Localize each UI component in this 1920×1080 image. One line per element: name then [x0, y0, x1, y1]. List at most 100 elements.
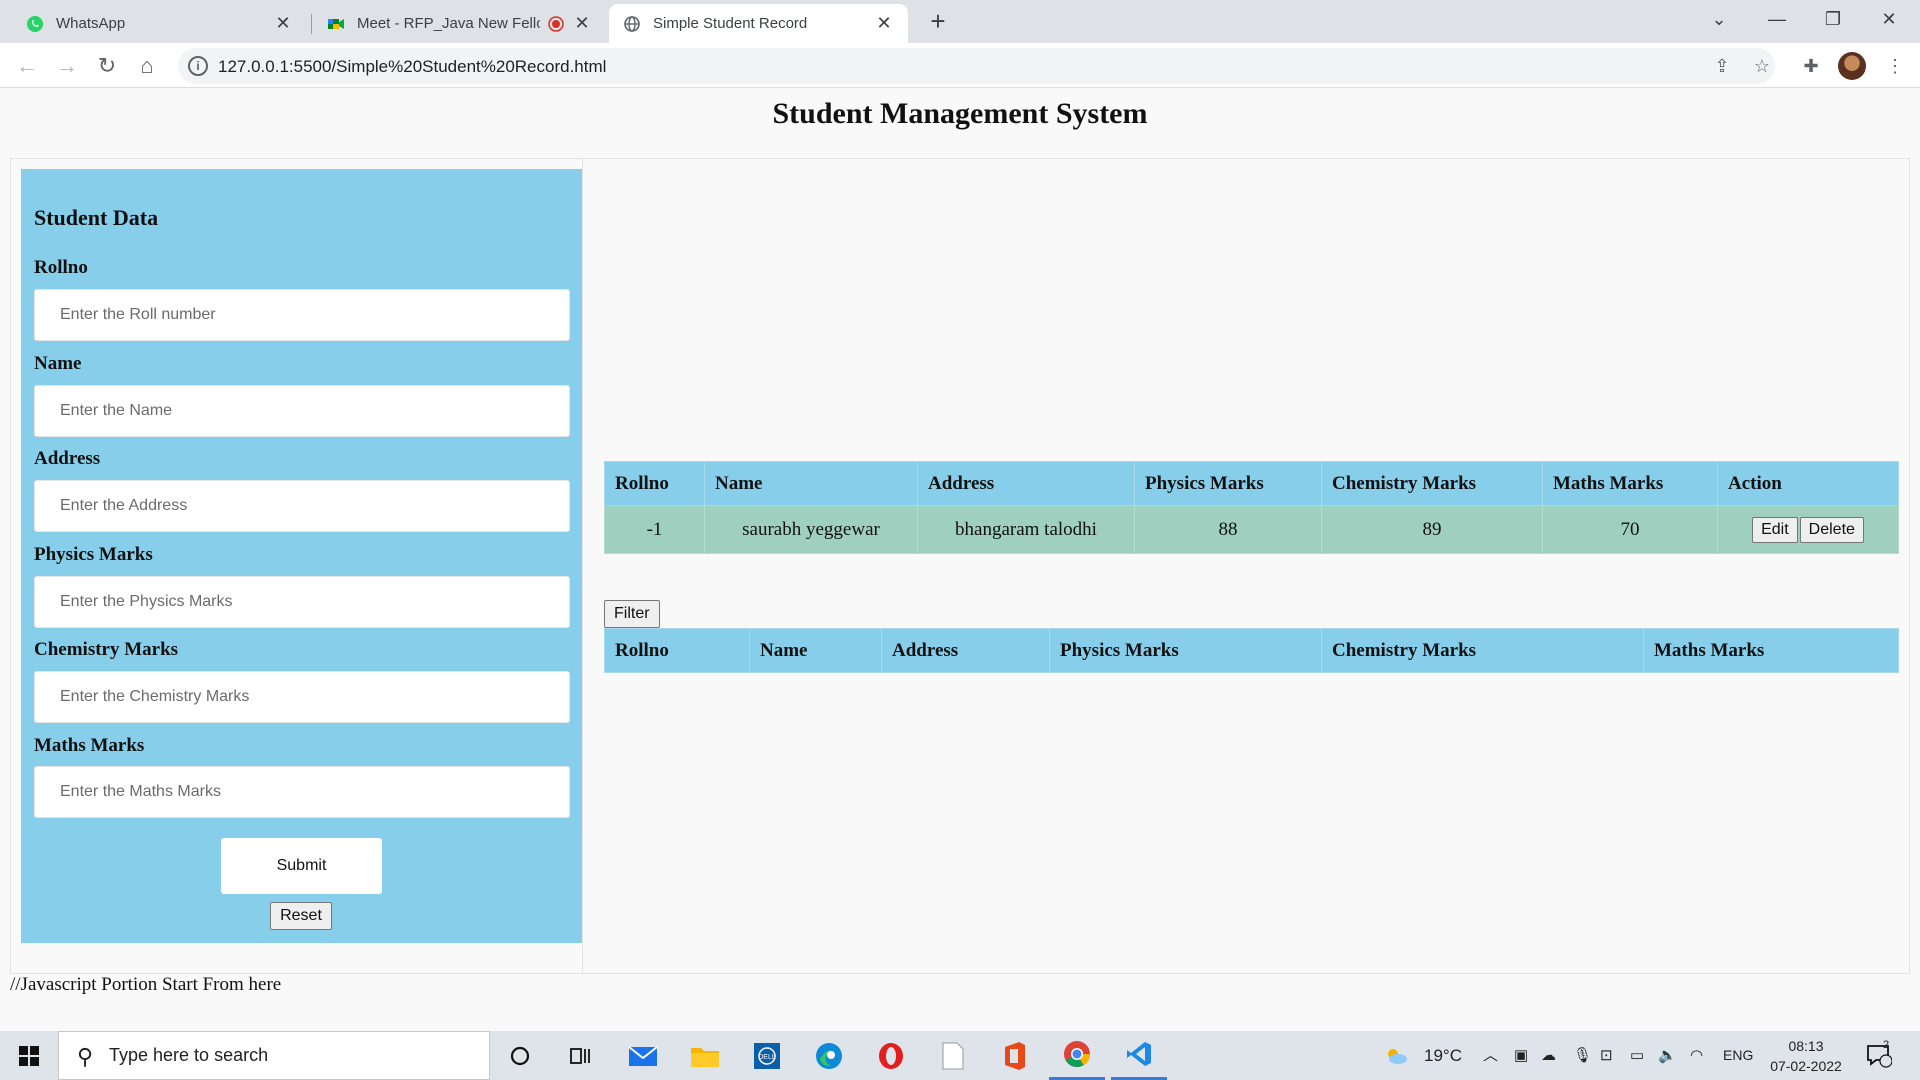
header-chemistry-marks: Chemistry Marks: [1321, 461, 1543, 506]
address-label: Address: [34, 448, 101, 469]
search-icon: ⚲: [77, 1044, 94, 1069]
header-name: Name: [704, 461, 918, 506]
filter-button[interactable]: Filter: [604, 600, 660, 628]
chrome-icon[interactable]: [1049, 1031, 1105, 1080]
file-explorer-icon[interactable]: [677, 1031, 733, 1080]
weather-icon[interactable]: [1384, 1031, 1408, 1080]
submit-button[interactable]: Submit: [221, 838, 382, 894]
clock-date: 07-02-2022: [1770, 1058, 1842, 1074]
table-row: -1 saurabh yeggewar bhangaram talodhi 88…: [604, 505, 1899, 554]
header-maths-marks: Maths Marks: [1542, 461, 1718, 506]
close-tab-icon[interactable]: ✕: [273, 13, 293, 34]
tab-google-meet[interactable]: Meet - RFP_Java New Fellow ✕: [313, 4, 606, 43]
edit-button[interactable]: Edit: [1752, 516, 1798, 543]
filter-header-maths-marks: Maths Marks: [1643, 628, 1899, 673]
close-tab-icon[interactable]: ✕: [572, 13, 592, 34]
maths-marks-input[interactable]: [34, 766, 570, 818]
form-heading: Student Data: [34, 205, 159, 230]
search-placeholder: Type here to search: [109, 1045, 269, 1065]
records-table: Rollno Name Address Physics Marks Chemis…: [604, 461, 1899, 554]
forward-arrow-icon[interactable]: →: [50, 49, 84, 83]
new-tab-button[interactable]: +: [922, 6, 954, 38]
reset-button[interactable]: Reset: [270, 902, 332, 930]
site-info-icon[interactable]: i: [188, 56, 208, 76]
student-form-panel: Student Data Rollno Name Address Physics…: [21, 169, 582, 943]
cell-action: Edit Delete: [1717, 505, 1899, 554]
bookmark-star-icon[interactable]: ☆: [1747, 51, 1777, 81]
reload-icon[interactable]: ↻: [90, 49, 124, 83]
javascript-comment-text: //Javascript Portion Start From here: [10, 974, 282, 995]
header-action: Action: [1717, 461, 1899, 506]
task-view-icon[interactable]: [552, 1031, 608, 1080]
browser-tab-strip: WhatsApp ✕ Meet - RFP_Java New Fellow ✕ …: [0, 0, 1920, 43]
cell-maths: 70: [1542, 505, 1718, 554]
browser-toolbar: ← → ↻ ⌂ i 127.0.0.1:5500/Simple%20Studen…: [0, 43, 1920, 88]
filter-header-name: Name: [749, 628, 882, 673]
display-icon[interactable]: ⊡: [1600, 1031, 1613, 1080]
cell-address: bhangaram talodhi: [917, 505, 1135, 554]
url-text: 127.0.0.1:5500/Simple%20Student%20Record…: [218, 57, 607, 76]
filter-header-rollno: Rollno: [604, 628, 750, 673]
filtered-header-row: Rollno Name Address Physics Marks Chemis…: [604, 628, 1899, 673]
cell-chemistry: 89: [1321, 505, 1543, 554]
restore-icon[interactable]: ❐: [1805, 0, 1861, 40]
name-input[interactable]: [34, 385, 570, 437]
onedrive-cloud-icon[interactable]: ☁: [1541, 1031, 1556, 1080]
cortana-icon[interactable]: [492, 1031, 548, 1080]
name-label: Name: [34, 353, 82, 374]
physics-marks-label: Physics Marks: [34, 544, 153, 565]
opera-icon[interactable]: [863, 1031, 919, 1080]
taskbar-search-box[interactable]: ⚲ Type here to search: [58, 1031, 490, 1080]
column-divider: [582, 158, 583, 974]
extensions-puzzle-icon[interactable]: ✚: [1796, 51, 1826, 81]
close-window-icon[interactable]: ✕: [1861, 0, 1917, 40]
profile-avatar[interactable]: [1838, 52, 1866, 80]
tab-title: Simple Student Record: [653, 15, 808, 32]
svg-text:DELL: DELL: [758, 1054, 776, 1061]
mail-icon[interactable]: [615, 1031, 671, 1080]
office-icon[interactable]: [987, 1031, 1043, 1080]
tab-title: Meet - RFP_Java New Fellow: [357, 15, 540, 32]
home-icon[interactable]: ⌂: [130, 49, 164, 83]
filter-header-chemistry-marks: Chemistry Marks: [1321, 628, 1644, 673]
show-hidden-icons-chevron-icon[interactable]: ︿: [1483, 1031, 1498, 1080]
back-arrow-icon[interactable]: ←: [10, 49, 44, 83]
google-meet-icon: [327, 15, 345, 33]
rollno-label: Rollno: [34, 257, 88, 278]
close-tab-icon[interactable]: ✕: [874, 13, 894, 34]
windows-taskbar: ⚲ Type here to search DELL 19°C ︿ ▣ ☁ 🎙 …: [0, 1031, 1920, 1080]
physics-marks-input[interactable]: [34, 576, 570, 628]
wifi-icon[interactable]: ◠: [1690, 1031, 1703, 1080]
tab-separator: [311, 14, 312, 34]
dell-app-icon[interactable]: DELL: [739, 1031, 795, 1080]
chrome-menu-icon[interactable]: ⋮: [1880, 51, 1910, 81]
chemistry-marks-input[interactable]: [34, 671, 570, 723]
minimize-icon[interactable]: —: [1749, 0, 1805, 40]
cell-physics: 88: [1134, 505, 1322, 554]
microphone-icon[interactable]: 🎙: [1573, 1031, 1592, 1080]
language-indicator[interactable]: ENG: [1723, 1031, 1753, 1080]
share-icon[interactable]: ⇪: [1707, 51, 1737, 81]
delete-button[interactable]: Delete: [1799, 516, 1864, 543]
notification-center-icon[interactable]: 2: [1866, 1031, 1906, 1080]
maths-marks-label: Maths Marks: [34, 735, 145, 756]
recording-icon: [548, 15, 564, 32]
page-content: Student Management System Student Data R…: [0, 89, 1920, 1031]
speaker-volume-icon[interactable]: 🔈: [1658, 1031, 1677, 1080]
vscode-icon[interactable]: [1111, 1031, 1167, 1080]
blank-document-icon[interactable]: [925, 1031, 981, 1080]
meet-now-icon[interactable]: ▣: [1514, 1031, 1528, 1080]
rollno-input[interactable]: [34, 289, 570, 341]
tab-search-chevron-icon[interactable]: ⌄: [1691, 0, 1747, 40]
windows-start-icon[interactable]: [0, 1031, 58, 1080]
edge-browser-icon[interactable]: [801, 1031, 857, 1080]
address-input[interactable]: [34, 480, 570, 532]
address-bar[interactable]: i 127.0.0.1:5500/Simple%20Student%20Reco…: [178, 48, 1775, 84]
header-physics-marks: Physics Marks: [1134, 461, 1322, 506]
chemistry-marks-label: Chemistry Marks: [34, 639, 179, 660]
tab-simple-student-record[interactable]: Simple Student Record ✕: [609, 4, 908, 43]
system-clock[interactable]: 08:13 07-02-2022: [1762, 1036, 1850, 1076]
tab-whatsapp[interactable]: WhatsApp ✕: [12, 4, 307, 43]
header-rollno: Rollno: [604, 461, 705, 506]
battery-icon[interactable]: ▭: [1630, 1031, 1644, 1080]
